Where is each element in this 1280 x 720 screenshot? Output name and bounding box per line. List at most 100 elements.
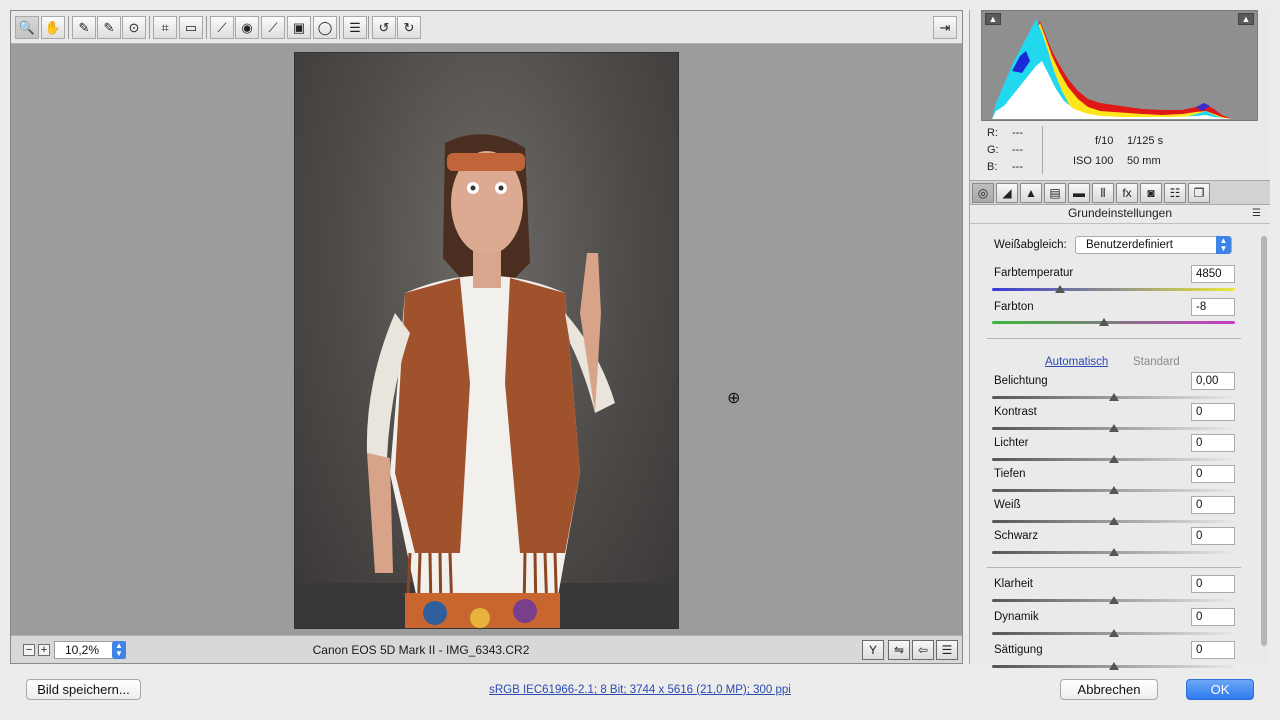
- toggle-settings-icon[interactable]: ☰: [936, 640, 958, 660]
- weiß-label: Weiß: [994, 499, 1021, 511]
- rotate-left-tool-button[interactable]: ↺: [372, 16, 396, 39]
- dynamik-label: Dynamik: [994, 611, 1039, 623]
- tint-field[interactable]: -8: [1191, 298, 1235, 316]
- shutter-value: 1/125 s: [1127, 135, 1164, 147]
- aperture-value: f/10: [1095, 135, 1114, 147]
- default-link[interactable]: Standard: [1133, 356, 1180, 368]
- file-name-label: Canon EOS 5D Mark II - IMG_6343.CR2: [312, 643, 530, 657]
- schwarz-label: Schwarz: [994, 530, 1039, 542]
- panel-scrollbar[interactable]: [1260, 234, 1268, 654]
- workflow-options-link[interactable]: sRGB IEC61966-2.1; 8 Bit; 3744 x 5616 (2…: [420, 684, 860, 696]
- dynamik-field[interactable]: 0: [1191, 608, 1235, 626]
- lens-corrections-tab-icon[interactable]: ⦀: [1092, 183, 1114, 203]
- hsl-tab-icon[interactable]: ▤: [1044, 183, 1066, 203]
- temperature-track[interactable]: [992, 288, 1235, 291]
- fullscreen-icon: ⇥: [939, 19, 951, 35]
- radial-filter-tool-button[interactable]: ◯: [313, 16, 337, 39]
- lichter-label: Lichter: [994, 437, 1029, 449]
- weiß-field[interactable]: 0: [1191, 496, 1235, 514]
- b-label: B:: [987, 161, 998, 173]
- photo-preview[interactable]: [294, 52, 679, 629]
- straighten-tool-button[interactable]: ▭: [179, 16, 203, 39]
- toolbar-separator: [206, 16, 207, 39]
- white-balance-tool-button[interactable]: ✎: [72, 16, 96, 39]
- crop-icon: ⌗: [161, 19, 169, 35]
- schwarz-slider-thumb[interactable]: [1108, 548, 1119, 556]
- presets-tab-icon[interactable]: ☷: [1164, 183, 1186, 203]
- zoom-level-value: 10,2%: [65, 643, 100, 657]
- sättigung-field[interactable]: 0: [1191, 641, 1235, 659]
- image-canvas[interactable]: ⊕: [11, 45, 962, 635]
- color-sampler-tool-button[interactable]: ✎: [97, 16, 121, 39]
- camera-calibration-tab-icon[interactable]: ◙: [1140, 183, 1162, 203]
- weiß-slider-thumb[interactable]: [1108, 517, 1119, 525]
- panel-tab-bar: ◎ ◢ ▲ ▤ ▬ ⦀ fx ◙ ☷ ❐: [970, 180, 1270, 205]
- detail-tab-icon[interactable]: ▲: [1020, 183, 1042, 203]
- g-label: G:: [987, 144, 999, 156]
- tiefen-field[interactable]: 0: [1191, 465, 1235, 483]
- crop-tool-button[interactable]: ⌗: [153, 16, 177, 39]
- photo-portrait: [295, 134, 678, 628]
- red-eye-tool-button[interactable]: ◉: [235, 16, 259, 39]
- section-divider: [987, 338, 1241, 339]
- sättigung-slider-thumb[interactable]: [1108, 662, 1119, 670]
- belichtung-field[interactable]: 0,00: [1191, 372, 1235, 390]
- lichter-slider-thumb[interactable]: [1108, 455, 1119, 463]
- split-toning-tab-icon[interactable]: ▬: [1068, 183, 1090, 203]
- zoom-stepper-icon[interactable]: ▲ ▼: [112, 641, 126, 659]
- fullscreen-button[interactable]: ⇥: [933, 16, 957, 39]
- auto-link[interactable]: Automatisch: [1045, 356, 1108, 368]
- dynamik-slider-thumb[interactable]: [1108, 629, 1119, 637]
- status-bar: − + 10,2% ▲ ▼ Canon EOS 5D Mark II - IMG_…: [11, 635, 962, 663]
- snapshots-tab-icon[interactable]: ❐: [1188, 183, 1210, 203]
- preferences-tool-button[interactable]: ☰: [343, 16, 367, 39]
- klarheit-field[interactable]: 0: [1191, 575, 1235, 593]
- color-sampler-icon: ✎: [103, 19, 115, 35]
- schwarz-field[interactable]: 0: [1191, 527, 1235, 545]
- kontrast-slider-thumb[interactable]: [1108, 424, 1119, 432]
- temperature-slider-thumb[interactable]: [1055, 285, 1066, 293]
- shadow-clipping-warning-icon[interactable]: ▲: [985, 13, 1001, 25]
- belichtung-label: Belichtung: [994, 375, 1048, 387]
- targeted-adjustment-tool-button[interactable]: ⊙: [122, 16, 146, 39]
- zoom-tool-button[interactable]: 🔍: [15, 16, 39, 39]
- scrollbar-thumb[interactable]: [1261, 236, 1267, 646]
- histogram: ▲ ▲: [981, 10, 1258, 121]
- r-value: ---: [1012, 127, 1023, 139]
- hand-icon: ✋: [44, 19, 62, 35]
- toolbar: 🔍 ✋ ✎ ✎ ⊙ ⌗ ▭ ⟋ ◉ ⟋ ▣ ◯ ☰ ↺ ↻ ⇥: [11, 11, 962, 44]
- pixel-info: R: --- G: --- B: --- f/10 1/125 s ISO 10…: [970, 122, 1270, 178]
- temperature-field[interactable]: 4850: [1191, 265, 1235, 283]
- graduated-filter-tool-button[interactable]: ▣: [287, 16, 311, 39]
- rotate-right-tool-button[interactable]: ↻: [397, 16, 421, 39]
- graduated-filter-icon: ▣: [292, 19, 306, 35]
- zoom-out-button[interactable]: −: [23, 644, 35, 656]
- tone-curve-tab-icon[interactable]: ◢: [996, 183, 1018, 203]
- cancel-button[interactable]: Abbrechen: [1060, 679, 1158, 700]
- adjustment-brush-tool-button[interactable]: ⟋: [261, 16, 285, 39]
- save-image-button[interactable]: Bild speichern...: [26, 679, 141, 700]
- tint-track[interactable]: [992, 321, 1235, 324]
- spot-removal-icon: ⟋: [217, 19, 227, 35]
- tiefen-slider-thumb[interactable]: [1108, 486, 1119, 494]
- tint-slider-thumb[interactable]: [1098, 318, 1109, 326]
- spot-removal-tool-button[interactable]: ⟋: [210, 16, 234, 39]
- hand-tool-button[interactable]: ✋: [41, 16, 65, 39]
- swap-settings-icon[interactable]: ⇋: [888, 640, 910, 660]
- basic-tab-icon[interactable]: ◎: [972, 183, 994, 203]
- belichtung-slider-thumb[interactable]: [1108, 393, 1119, 401]
- ok-button[interactable]: OK: [1186, 679, 1254, 700]
- zoom-in-button[interactable]: +: [38, 644, 50, 656]
- klarheit-slider-thumb[interactable]: [1108, 596, 1119, 604]
- lichter-field[interactable]: 0: [1191, 434, 1235, 452]
- before-after-view-icon[interactable]: Y: [862, 640, 884, 660]
- b-value: ---: [1012, 161, 1023, 173]
- effects-tab-icon[interactable]: fx: [1116, 183, 1138, 203]
- highlight-clipping-warning-icon[interactable]: ▲: [1238, 13, 1254, 25]
- kontrast-field[interactable]: 0: [1191, 403, 1235, 421]
- white-balance-select[interactable]: Benutzerdefiniert ▲ ▼: [1075, 236, 1232, 254]
- panel-menu-icon[interactable]: ☰: [1252, 208, 1261, 219]
- copy-settings-icon[interactable]: ⇦: [912, 640, 934, 660]
- toolbar-separator: [68, 16, 69, 39]
- settings-panel: ▲ ▲ R: --- G: --- B: --- f/10 1/125 s IS…: [969, 10, 1270, 670]
